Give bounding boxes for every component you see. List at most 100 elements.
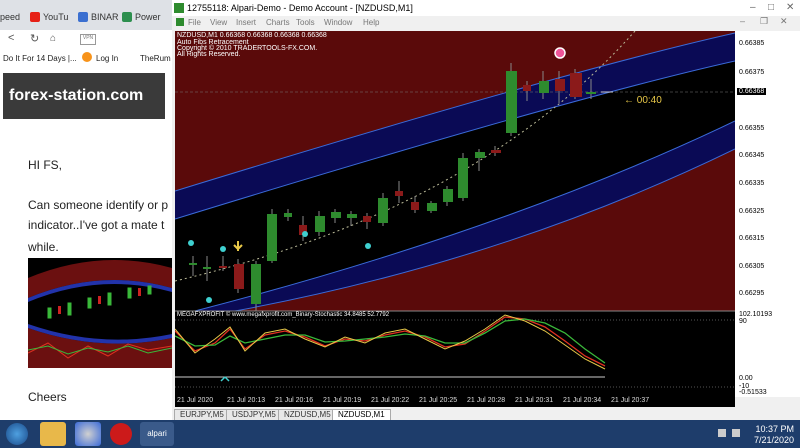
bookmark-item[interactable]: TheRum [140,54,171,63]
signal-dot [554,47,566,59]
window-title: 12755118: Alpari-Demo - Demo Account - [… [187,3,413,13]
time-label: 21 Jul 20:16 [275,397,314,404]
time-label: 21 Jul 20:31 [515,397,554,404]
thumbnail-chart-image [28,260,172,368]
home-icon[interactable]: ⌂ [50,33,56,44]
restore-icon[interactable]: ❐ [760,16,768,27]
price-tick: 0.66385 [739,40,765,47]
price-tick: 0.66295 [739,290,765,297]
minimize-icon[interactable]: – [750,0,756,16]
menu-charts[interactable]: Charts [266,18,290,27]
tab-label: BINAR [91,12,119,22]
alpari-app-label: alpari [147,429,167,438]
clock-date: 7/21/2020 [753,435,794,445]
close-icon[interactable]: ✕ [786,0,794,16]
bookmark-item[interactable]: Do It For 14 Days |... [3,54,77,63]
start-button-icon[interactable] [6,423,28,445]
signal-dot [206,297,212,303]
browser-tab[interactable]: Power [122,6,161,28]
price-tick: 0.66325 [739,208,765,215]
tab-label: Power [135,12,161,22]
menu-tools[interactable]: Tools [296,18,315,27]
price-tick: 0.66345 [739,152,765,159]
bookmark-item[interactable]: Log In [96,54,118,63]
chart-symbol-info: NZDUSD,M1 0.66368 0.66368 0.66368 0.6636… [177,32,327,39]
price-chart[interactable]: NZDUSD,M1 0.66368 0.66368 0.66368 0.6636… [175,31,735,397]
site-logo[interactable]: forex-station.com [3,73,165,119]
browser-tab-strip: peed YouTu BINAR Power [0,0,172,30]
time-label: 21 Jul 20:37 [611,397,650,404]
time-label: 21 Jul 20:28 [467,397,506,404]
price-scale[interactable]: 0.66385 0.66375 0.66368 0.66355 0.66345 … [735,31,800,397]
clock-time: 10:37 PM [755,424,794,434]
alpari-app-button[interactable]: alpari [140,422,174,446]
chart-canvas [175,31,735,397]
browser-tab[interactable]: YouTu [30,6,68,28]
site-logo-text: forex-station.com [9,87,144,104]
post-closing: Cheers [28,390,67,404]
bookmark-icon [82,52,92,62]
volume-icon[interactable] [732,429,740,437]
time-label: 21 Jul 20:34 [563,397,602,404]
post-line: while. [28,240,59,254]
stochastic-subwindow [175,311,735,397]
price-tick: 0.66355 [739,125,765,132]
price-tick: 0.66375 [739,69,765,76]
tab-label: YouTu [43,12,69,22]
mt4-menu-icon [176,18,184,26]
reload-icon[interactable]: ↻ [30,32,39,45]
time-label: 21 Jul 20:13 [227,397,266,404]
sub-tick: -0.51533 [739,389,767,396]
menu-bar: File View Insert Charts Tools Window Hel… [172,16,800,30]
chart-tabs: EURJPY,M5 USDJPY,M5 NZDUSD,M5 NZDUSD,M1 [172,408,800,421]
attached-chart-thumbnail[interactable] [28,258,172,368]
file-explorer-icon[interactable] [40,422,66,446]
window-titlebar: 12755118: Alpari-Demo - Demo Account - [… [172,0,800,16]
close-icon[interactable]: ✕ [780,16,788,27]
system-clock[interactable]: 10:37 PM 7/21/2020 [754,424,794,446]
tray-icon[interactable] [718,429,726,437]
current-price-label: 0.66368 [737,88,767,95]
browser-icon[interactable] [75,422,101,446]
signal-dot [365,243,371,249]
signal-dot [220,246,226,252]
menu-window[interactable]: Window [324,18,352,27]
minimize-icon[interactable]: – [740,16,745,26]
sub-tick: 102.10193 [739,311,773,318]
indicator-rights: All Rights Reserved. [177,51,241,58]
vpn-icon[interactable]: VPN [80,34,96,45]
price-tick: 0.66315 [739,235,765,242]
menu-help[interactable]: Help [363,18,379,27]
youtube-icon [30,12,40,22]
subwindow-label: MEGAFXPROFIT © www.megafxprofit.com_Bina… [177,312,390,318]
menu-file[interactable]: File [188,18,201,27]
sub-tick: 90 [739,318,747,325]
menu-view[interactable]: View [210,18,227,27]
price-tick: 0.66335 [739,180,765,187]
browser-tab[interactable]: peed [0,6,20,28]
browser-toolbar: < ↻ ⌂ VPN [0,30,172,48]
time-label: 21 Jul 20:25 [419,397,458,404]
maximize-icon[interactable]: □ [768,0,774,16]
browser-tab[interactable]: BINAR [78,6,119,28]
candle-timer: ← 00:40 [624,95,662,106]
back-icon[interactable]: < [8,32,14,44]
bookmarks-bar: Do It For 14 Days |... Log In TheRum [0,50,172,68]
site-icon [78,12,88,22]
signal-dot [188,240,194,246]
mt4-app-icon [174,3,184,13]
time-label: 21 Jul 20:19 [323,397,362,404]
time-label: 21 Jul 20:22 [371,397,410,404]
price-tick: 0.66305 [739,263,765,270]
taskbar: alpari 10:37 PM 7/21/2020 [0,420,800,448]
opera-icon[interactable] [110,423,132,445]
time-label: 21 Jul 2020 [177,397,214,404]
post-line: Can someone identify or p [28,198,169,212]
mt4-window: 12755118: Alpari-Demo - Demo Account - [… [172,0,800,421]
buy-arrow-icon [233,241,243,251]
tab-label: peed [0,12,21,22]
signal-dot [302,231,308,237]
site-icon [122,12,132,22]
post-greeting: HI FS, [28,158,63,172]
menu-insert[interactable]: Insert [236,18,256,27]
